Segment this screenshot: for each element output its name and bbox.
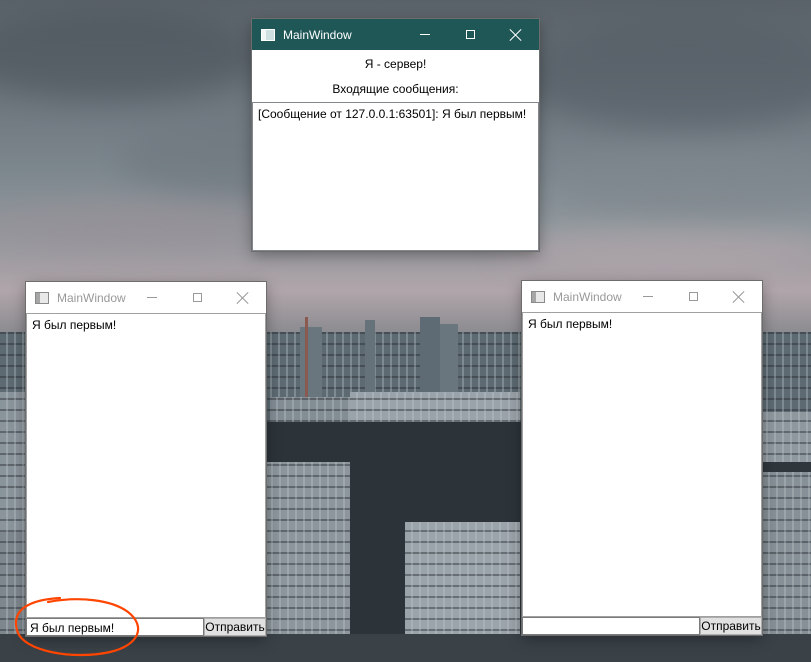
maximize-button[interactable] [447,19,493,50]
window-title: MainWindow [283,27,352,42]
chat-log[interactable]: Я был первым! [26,313,266,618]
server-window: MainWindow Я - сервер! Входящие сообщени… [252,19,539,251]
maximize-button[interactable] [174,282,220,313]
client-window-titlebar[interactable]: MainWindow [522,281,762,312]
client-window-titlebar[interactable]: MainWindow [26,282,266,313]
close-icon [510,29,522,41]
chat-log-text: Я был первым! [528,317,613,331]
message-input[interactable] [522,617,700,635]
send-button[interactable]: Отправить [700,617,762,635]
app-icon [531,290,545,303]
incoming-messages-label: Входящие сообщения: [332,82,459,96]
incoming-messages-list[interactable]: [Сообщение от 127.0.0.1:63501]: Я был пе… [252,102,539,251]
send-button[interactable]: Отправить [204,618,266,636]
client-window-left: MainWindow Я был первым! Я был первым! О… [26,282,266,636]
minimize-icon [147,297,157,298]
client-window-right: MainWindow Я был первым! Отправить [522,281,762,635]
close-icon [237,292,249,304]
server-window-titlebar[interactable]: MainWindow [252,19,539,50]
maximize-icon [465,30,475,39]
maximize-button[interactable] [670,281,716,312]
minimize-icon [420,34,430,35]
window-title: MainWindow [553,289,622,304]
chat-log[interactable]: Я был первым! [522,312,762,617]
server-heading: Я - сервер! [364,57,427,71]
close-button[interactable] [493,19,539,50]
maximize-icon [688,292,698,301]
minimize-button[interactable] [129,282,175,313]
close-button[interactable] [716,281,762,312]
close-icon [733,291,745,303]
window-title: MainWindow [57,290,126,305]
minimize-icon [643,296,653,297]
app-icon [261,28,275,41]
close-button[interactable] [220,282,266,313]
chat-log-text: Я был первым! [32,318,117,332]
app-icon [35,291,49,304]
message-input[interactable]: Я был первым! [26,618,204,636]
maximize-icon [192,293,202,302]
minimize-button[interactable] [402,19,448,50]
list-item[interactable]: [Сообщение от 127.0.0.1:63501]: Я был пе… [258,107,533,121]
minimize-button[interactable] [625,281,671,312]
